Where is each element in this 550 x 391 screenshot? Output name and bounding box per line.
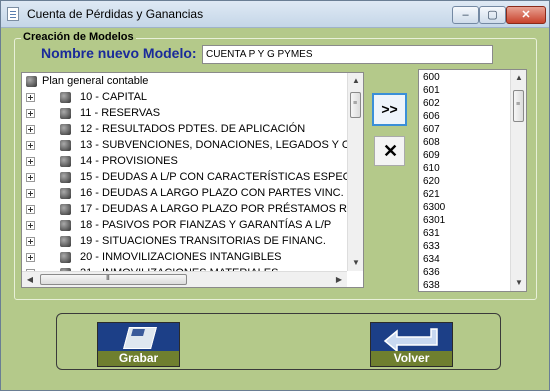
- account-tree[interactable]: Plan general contable 10 - CAPITAL 11 - …: [21, 72, 364, 288]
- expand-icon[interactable]: [26, 253, 35, 262]
- grip-icon: ≡: [353, 100, 357, 107]
- list-item[interactable]: 601: [423, 85, 440, 97]
- tree-root-label: Plan general contable: [42, 75, 149, 87]
- scroll-left-icon[interactable]: ◀: [22, 272, 38, 287]
- list-item[interactable]: 607: [423, 124, 440, 136]
- selected-accounts-list[interactable]: 600 601 602 606 607 608 609 610 620 621 …: [418, 69, 527, 292]
- tree-scroll-thumb[interactable]: ≡: [350, 92, 361, 118]
- add-account-button[interactable]: >>: [372, 93, 407, 126]
- back-button-label: Volver: [371, 351, 452, 366]
- scroll-down-icon[interactable]: ▼: [348, 255, 363, 271]
- window-title: Cuenta de Pérdidas y Ganancias: [27, 7, 204, 21]
- tree-item-label: 20 - INMOVILIZACIONES INTANGIBLES: [80, 251, 282, 263]
- expand-icon[interactable]: [26, 189, 35, 198]
- save-button-label: Grabar: [98, 351, 179, 366]
- expand-icon[interactable]: [26, 93, 35, 102]
- accounts-vertical-scrollbar[interactable]: ▲ ≡ ▼: [510, 70, 526, 291]
- tree-item-label: 11 - RESERVAS: [80, 107, 161, 119]
- list-item[interactable]: 636: [423, 267, 440, 279]
- scroll-up-icon[interactable]: ▲: [348, 73, 363, 89]
- expand-icon[interactable]: [26, 141, 35, 150]
- list-item[interactable]: 631: [423, 228, 440, 240]
- list-item[interactable]: 608: [423, 137, 440, 149]
- save-button[interactable]: Grabar: [97, 322, 180, 367]
- account-group-icon: [60, 188, 71, 199]
- expand-icon[interactable]: [26, 125, 35, 134]
- group-label: Creación de Modelos: [21, 31, 136, 43]
- grip-icon: III: [106, 275, 110, 282]
- tree-item-label: 14 - PROVISIONES: [80, 155, 178, 167]
- list-item[interactable]: 621: [423, 189, 440, 201]
- list-item[interactable]: 6301: [423, 215, 445, 227]
- main-window: Cuenta de Pérdidas y Ganancias ‒ ▢ ✕ Cre…: [0, 0, 550, 391]
- close-button[interactable]: ✕: [506, 6, 546, 24]
- list-item[interactable]: 610: [423, 163, 440, 175]
- tree-root-icon: [26, 76, 37, 87]
- remove-account-button[interactable]: ✕: [374, 136, 405, 166]
- account-group-icon: [60, 220, 71, 231]
- minimize-button[interactable]: ‒: [452, 6, 479, 24]
- scroll-right-icon[interactable]: ▶: [331, 272, 347, 287]
- list-item[interactable]: 602: [423, 98, 440, 110]
- account-group-icon: [60, 204, 71, 215]
- maximize-button[interactable]: ▢: [479, 6, 506, 24]
- account-group-icon: [60, 108, 71, 119]
- account-group-icon: [60, 124, 71, 135]
- list-item[interactable]: 600: [423, 72, 440, 84]
- model-name-label: Nombre nuevo Modelo:: [41, 45, 197, 61]
- tree-item-label: 13 - SUBVENCIONES, DONACIONES, LEGADOS Y…: [80, 139, 358, 151]
- list-item[interactable]: 606: [423, 111, 440, 123]
- grip-icon: ≡: [516, 101, 520, 108]
- account-group-icon: [60, 140, 71, 151]
- document-icon: [7, 7, 19, 21]
- list-item[interactable]: 620: [423, 176, 440, 188]
- model-name-input[interactable]: [202, 45, 493, 64]
- expand-icon[interactable]: [26, 109, 35, 118]
- account-group-icon: [60, 156, 71, 167]
- list-item[interactable]: 633: [423, 241, 440, 253]
- tree-item-label: 16 - DEUDAS A LARGO PLAZO CON PARTES VIN…: [80, 187, 344, 199]
- account-group-icon: [60, 252, 71, 263]
- list-item[interactable]: 6300: [423, 202, 445, 214]
- tree-item-label: 19 - SITUACIONES TRANSITORIAS DE FINANC.: [80, 235, 326, 247]
- account-group-icon: [60, 172, 71, 183]
- tree-item-label: 17 - DEUDAS A LARGO PLAZO POR PRÉSTAMOS …: [80, 203, 355, 215]
- remove-icon: ✕: [383, 141, 399, 161]
- tree-hscroll-thumb[interactable]: III: [40, 274, 187, 285]
- scroll-down-icon[interactable]: ▼: [511, 275, 526, 291]
- list-item[interactable]: 609: [423, 150, 440, 162]
- tree-item-label: 18 - PASIVOS POR FIANZAS Y GARANTÍAS A L…: [80, 219, 332, 231]
- list-item[interactable]: 634: [423, 254, 440, 266]
- tree-item-label: 10 - CAPITAL: [80, 91, 148, 103]
- expand-icon[interactable]: [26, 237, 35, 246]
- expand-icon[interactable]: [26, 157, 35, 166]
- title-bar[interactable]: Cuenta de Pérdidas y Ganancias ‒ ▢ ✕: [1, 1, 549, 28]
- accounts-scroll-thumb[interactable]: ≡: [513, 90, 524, 122]
- expand-icon[interactable]: [26, 173, 35, 182]
- account-group-icon: [60, 236, 71, 247]
- tree-item-label: 12 - RESULTADOS PDTES. DE APLICACIÓN: [80, 123, 306, 135]
- list-item[interactable]: 638: [423, 280, 440, 291]
- floppy-disk-icon: [126, 327, 154, 349]
- account-group-icon: [60, 92, 71, 103]
- back-button[interactable]: Volver: [370, 322, 453, 367]
- back-arrow-icon: [383, 327, 443, 351]
- tree-horizontal-scrollbar[interactable]: ◀ III ▶: [22, 271, 347, 287]
- tree-vertical-scrollbar[interactable]: ▲ ≡ ▼: [347, 73, 363, 271]
- expand-icon[interactable]: [26, 205, 35, 214]
- tree-item-label: 15 - DEUDAS A L/P CON CARACTERÍSTICAS ES…: [80, 171, 354, 183]
- scroll-up-icon[interactable]: ▲: [511, 70, 526, 86]
- expand-icon[interactable]: [26, 221, 35, 230]
